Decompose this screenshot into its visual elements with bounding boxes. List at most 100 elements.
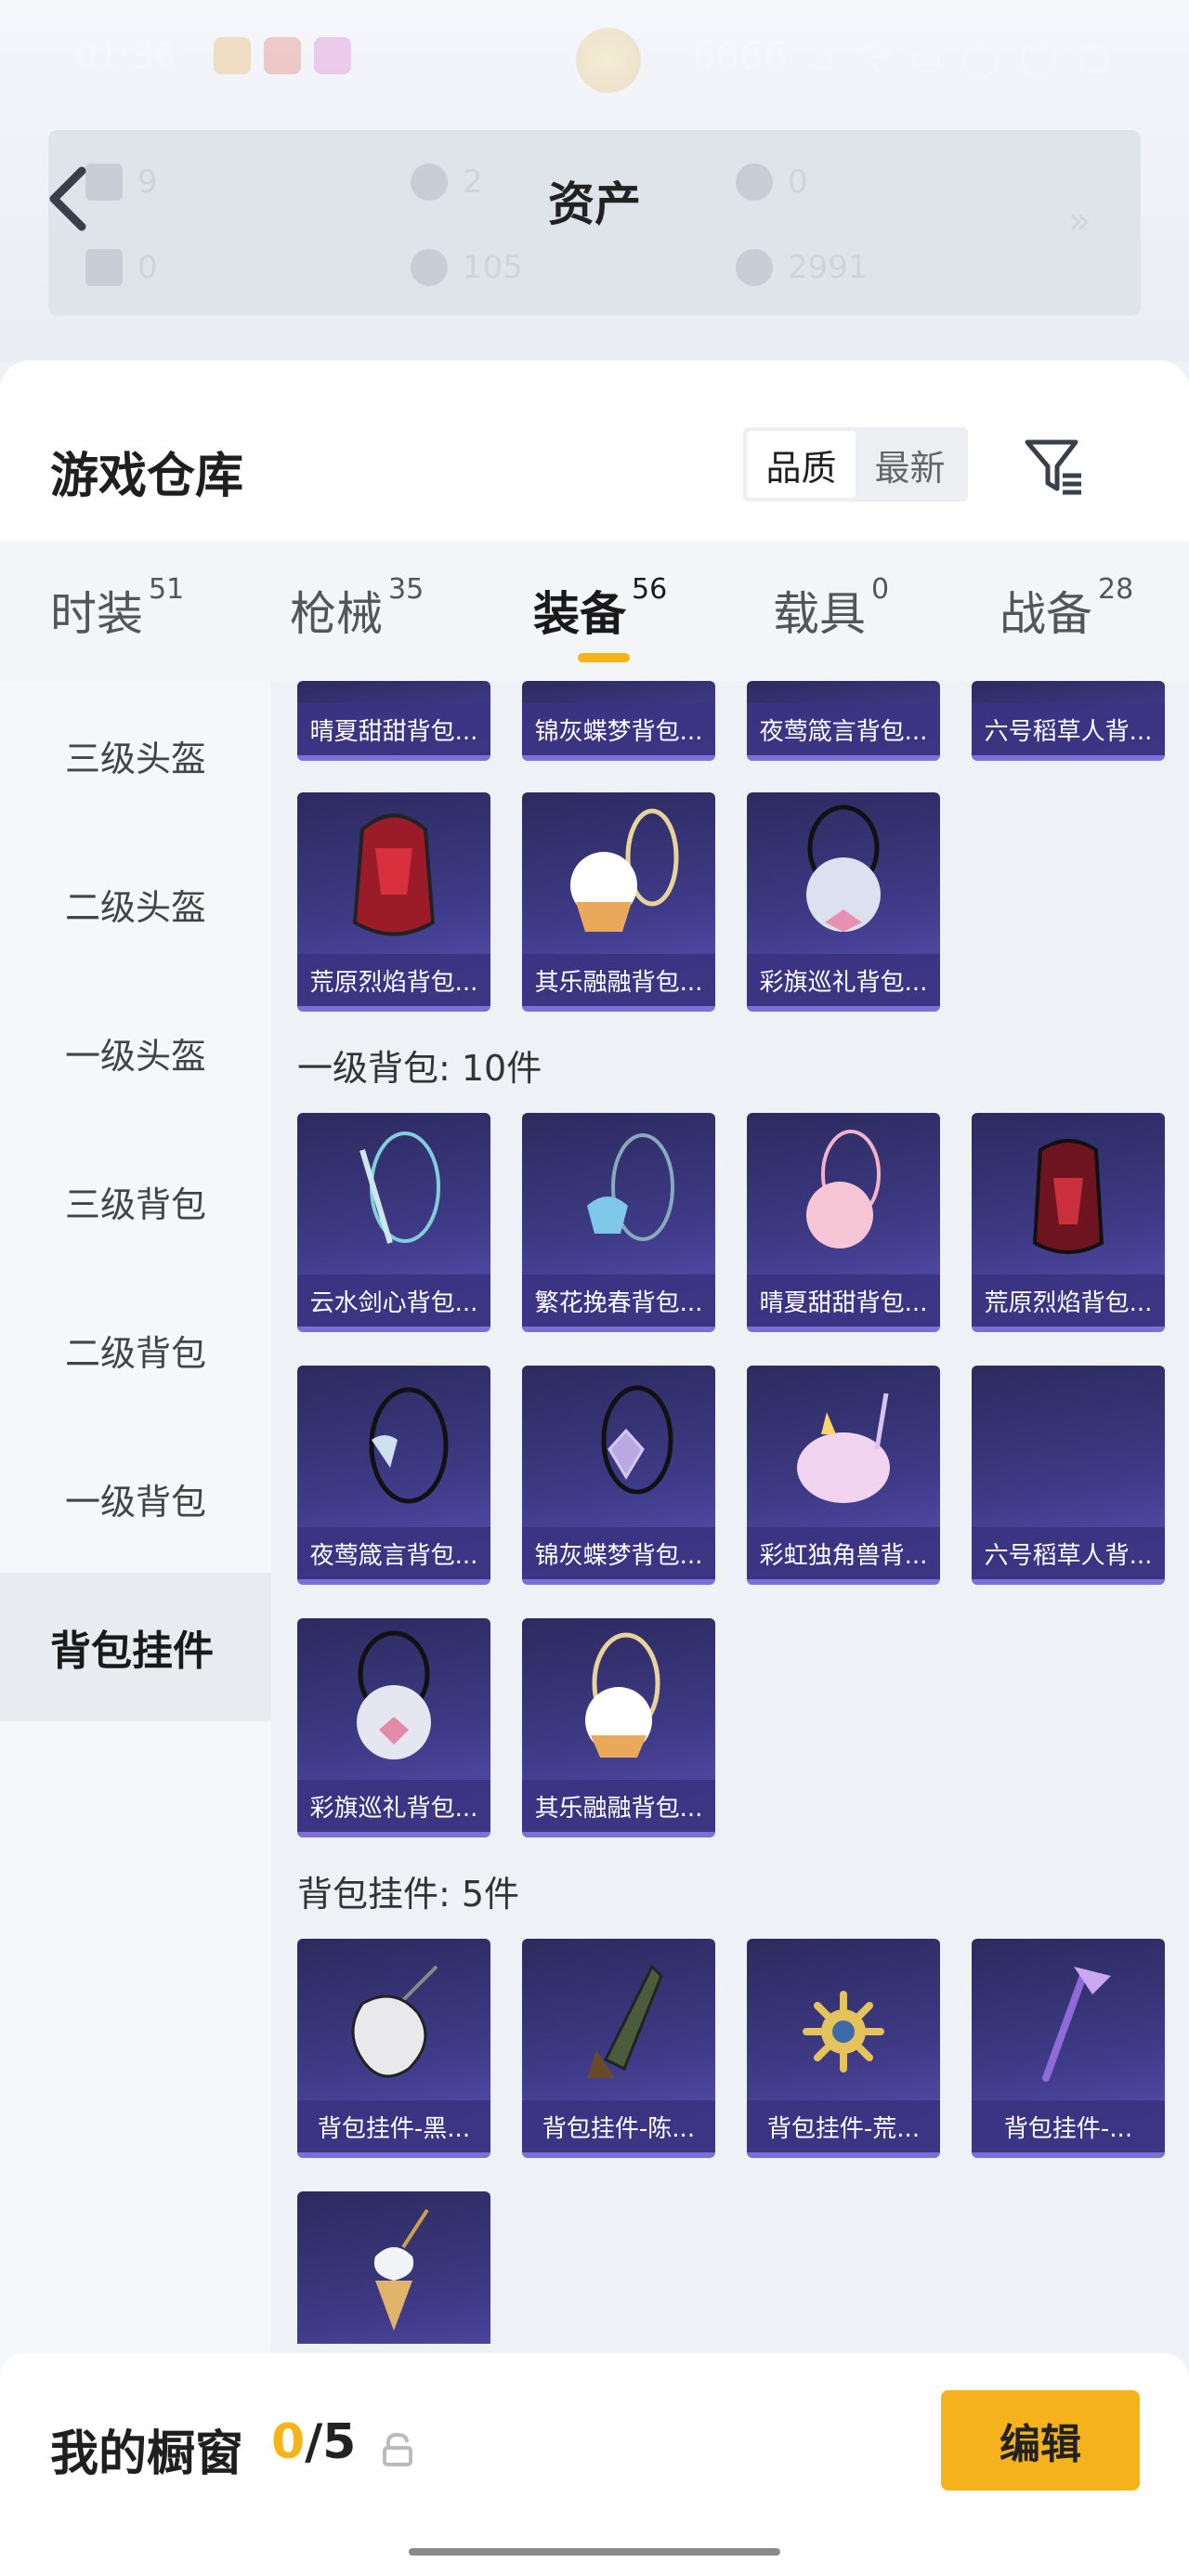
sidebar-item-backpack-2[interactable]: 二级背包: [0, 1275, 271, 1424]
warehouse-header: 游戏仓库 品质 最新: [0, 360, 1189, 542]
item-card[interactable]: 彩旗巡礼背包...: [297, 1618, 490, 1837]
item-card[interactable]: 彩虹独角兽背...: [747, 1366, 940, 1585]
backpack-image: [806, 1130, 881, 1249]
item-card[interactable]: 其乐融融背包...: [522, 1618, 715, 1837]
tab-count: 56: [632, 573, 668, 606]
asset-item: 105: [411, 249, 523, 286]
tab-count: 35: [388, 573, 425, 606]
asset-value: 2991: [788, 249, 869, 286]
tab-guns[interactable]: 枪械 35: [290, 573, 424, 644]
asset-item: 0: [85, 249, 158, 286]
item-card[interactable]: 晴夏甜甜背包...: [747, 1113, 940, 1332]
pendant-image: [587, 1964, 663, 2078]
item-card[interactable]: 云水剑心背包...: [297, 1113, 490, 1332]
item-name: 荒原烈焰背包...: [297, 954, 490, 1006]
edit-button[interactable]: 编辑: [941, 2390, 1140, 2491]
sidebar-item-helmet-3[interactable]: 三级头盔: [0, 681, 271, 830]
tab-supplies[interactable]: 战备 28: [1000, 573, 1133, 644]
item-card[interactable]: 背包挂件-荒...: [747, 1939, 940, 2158]
item-card[interactable]: 晴夏甜甜背包...: [297, 681, 490, 761]
item-card[interactable]: 彩旗巡礼背包...: [747, 792, 940, 1012]
tab-vehicles[interactable]: 载具 0: [773, 573, 889, 644]
sidebar-item-helmet-2[interactable]: 二级头盔: [0, 830, 271, 978]
app-icon: [263, 37, 301, 74]
showcase-current: 0: [271, 2414, 306, 2470]
item-name: 锦灰蝶梦背包...: [522, 703, 715, 755]
status-bar: 01:36 6666 ⊿ 令 ▭ ◯ ◯ ▢: [74, 28, 1115, 93]
item-card[interactable]: [297, 2191, 490, 2344]
status-time: 01:36: [74, 35, 176, 76]
item-name: 背包挂件-黑...: [297, 2100, 490, 2152]
card-icon: [85, 249, 123, 286]
silver-coin-icon: [411, 249, 448, 286]
item-name: 繁花挽春背包...: [522, 1275, 715, 1327]
tab-label: 枪械: [290, 587, 383, 641]
item-card[interactable]: 荒原烈焰背包...: [297, 792, 490, 1012]
item-name: 六号稻草人背...: [972, 1527, 1165, 1579]
item-card[interactable]: 夜莺箴言背包...: [297, 1366, 490, 1585]
showcase-label: 我的橱窗: [50, 2426, 244, 2482]
backpack-image: [359, 1131, 440, 1244]
ticket-icon: [85, 163, 123, 201]
item-card[interactable]: 锦灰蝶梦背包...: [522, 1366, 715, 1585]
item-name: 夜莺箴言背包...: [747, 703, 940, 755]
asset-value: 0: [137, 249, 158, 286]
item-name: 六号稻草人背...: [972, 703, 1165, 755]
sidebar-item-backpack-3[interactable]: 三级背包: [0, 1127, 271, 1275]
item-card[interactable]: 六号稻草人背...: [972, 1366, 1165, 1585]
item-name: 彩旗巡礼背包...: [747, 954, 940, 1006]
asset-item: 2: [411, 163, 483, 201]
coin-gold-icon: [736, 163, 773, 201]
asset-value: 9: [137, 163, 158, 201]
item-card[interactable]: 夜莺箴言背包...: [747, 681, 940, 761]
warehouse-title: 游戏仓库: [50, 449, 244, 504]
backpack-image: [570, 808, 679, 932]
item-card[interactable]: 锦灰蝶梦背包...: [522, 681, 715, 761]
sort-quality-button[interactable]: 品质: [747, 431, 856, 498]
tab-label: 装备: [533, 587, 626, 641]
item-name: 晴夏甜甜背包...: [297, 703, 490, 755]
item-card[interactable]: 其乐融融背包...: [522, 792, 715, 1012]
active-tab-indicator: [578, 653, 630, 662]
home-indicator[interactable]: [409, 2548, 780, 2556]
item-name: 背包挂件-荒...: [747, 2100, 940, 2152]
showcase-bar: 我的橱窗 0/5 编辑: [0, 2353, 1189, 2576]
asset-value: 105: [463, 249, 523, 286]
app-icon: [213, 37, 251, 74]
item-card[interactable]: 六号稻草人背...: [972, 681, 1165, 761]
tab-label: 载具: [773, 587, 866, 641]
tab-equipment[interactable]: 装备 56: [533, 573, 667, 644]
showcase-count: 0/5: [271, 2414, 356, 2470]
sidebar-item-helmet-1[interactable]: 一级头盔: [0, 978, 271, 1127]
item-card[interactable]: 背包挂件-...: [972, 1939, 1165, 2158]
warehouse-sheet: 游戏仓库 品质 最新 时装 51 枪械 35 装备 56 载具 0 战备 28 …: [0, 360, 1189, 2576]
filter-icon[interactable]: [1022, 433, 1087, 498]
asset-value: 0: [788, 163, 808, 201]
item-card[interactable]: 背包挂件-黑...: [297, 1939, 490, 2158]
item-card[interactable]: 繁花挽春背包...: [522, 1113, 715, 1332]
subcategory-sidebar: 三级头盔 二级头盔 一级头盔 三级背包 二级背包 一级背包 背包挂件: [0, 681, 271, 2576]
pendant-image: [351, 1965, 438, 2078]
backpack-image: [806, 804, 881, 932]
top-header: 01:36 6666 ⊿ 令 ▭ ◯ ◯ ▢ 9 2 0 0 105 2991 …: [0, 0, 1189, 362]
item-name: 彩虹独角兽背...: [747, 1527, 940, 1579]
asset-item: 2991: [736, 249, 869, 286]
assets-more-button[interactable]: »: [1068, 200, 1091, 242]
section-title-pendants: 背包挂件: 5件: [297, 1874, 520, 1915]
item-name: 背包挂件-陈...: [522, 2100, 715, 2152]
assets-title: 资产: [548, 177, 641, 231]
sidebar-item-pendant[interactable]: 背包挂件: [0, 1573, 271, 1721]
backpack-image: [797, 1393, 890, 1503]
sort-toggle: 品质 最新: [743, 427, 968, 502]
sidebar-item-backpack-1[interactable]: 一级背包: [0, 1424, 271, 1573]
item-card[interactable]: 荒原烈焰背包...: [972, 1113, 1165, 1332]
tab-fashion[interactable]: 时装 51: [50, 573, 184, 644]
pendant-image: [373, 2208, 429, 2331]
item-card[interactable]: 背包挂件-陈...: [522, 1939, 715, 2158]
sort-newest-button[interactable]: 最新: [856, 431, 964, 498]
asset-item: 0: [736, 163, 808, 201]
app-icon: [313, 37, 351, 74]
backpack-image: [352, 814, 436, 936]
back-arrow-icon[interactable]: [45, 165, 91, 232]
item-name: 背包挂件-...: [972, 2100, 1165, 2152]
